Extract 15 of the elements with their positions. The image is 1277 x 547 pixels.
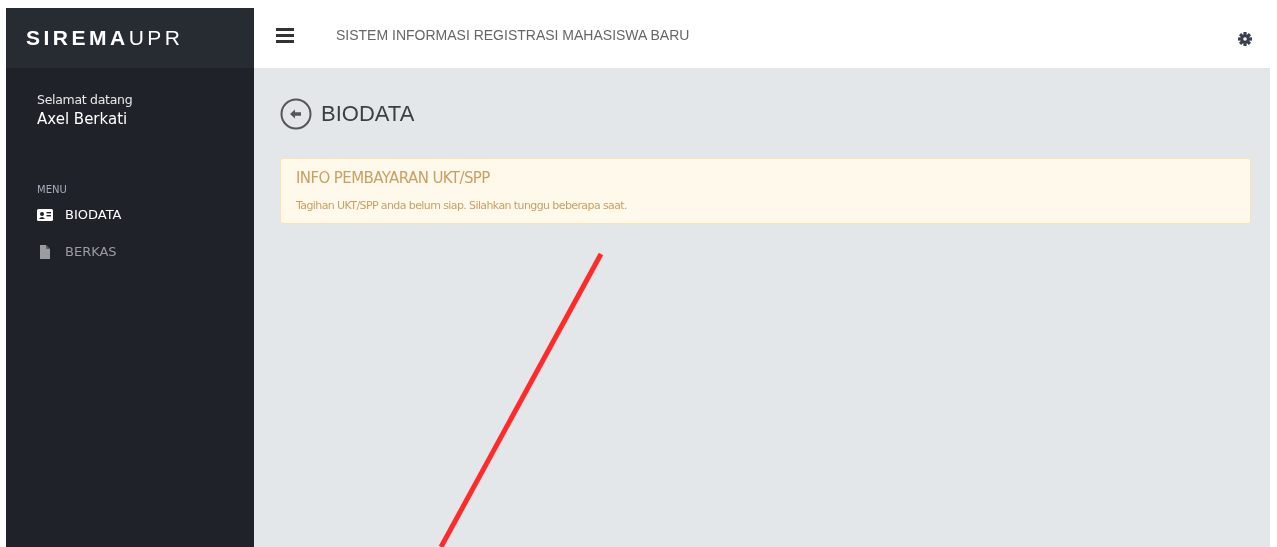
menu-item[interactable]: BERKAS bbox=[37, 244, 117, 259]
menu-heading: MENU bbox=[36, 183, 67, 195]
greeting-text: Selamat datang bbox=[37, 92, 134, 107]
user-name: Axel Berkati bbox=[37, 110, 129, 128]
settings-icon[interactable] bbox=[1238, 32, 1252, 46]
id-card-icon bbox=[37, 208, 53, 221]
menu-item[interactable]: BIODATA bbox=[37, 207, 122, 222]
back-button[interactable] bbox=[280, 98, 312, 130]
alert-message: Tagihan UKT/SPP anda belum siap. Silahkan tunggu beberapa saat. bbox=[296, 199, 627, 212]
file-icon bbox=[37, 244, 53, 259]
header-title: SISTEM INFORMASI REGISTRASI MAHASISWA BARU bbox=[336, 27, 691, 43]
menu-icon[interactable] bbox=[276, 27, 294, 43]
alert-title: INFO PEMBAYARAN UKT/SPP bbox=[296, 169, 490, 187]
page-title: BIODATA bbox=[321, 101, 415, 127]
app-logo: SIREMAUPR bbox=[26, 26, 184, 50]
